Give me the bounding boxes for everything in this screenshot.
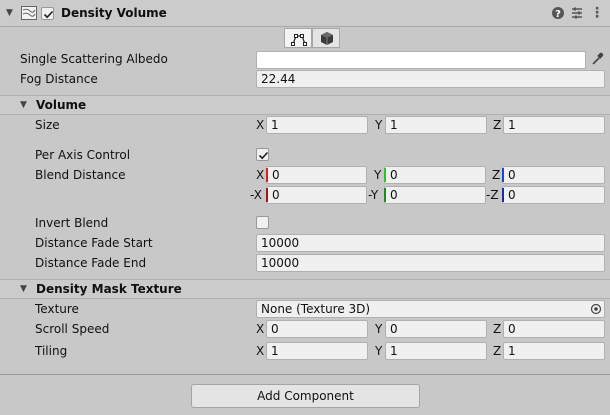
tiling-label: Tiling bbox=[35, 344, 68, 358]
component-enabled-checkbox[interactable] bbox=[41, 7, 54, 20]
size-z-label: Z bbox=[493, 118, 502, 132]
texture-object-field[interactable]: None (Texture 3D) bbox=[256, 300, 605, 318]
texture-label: Texture bbox=[35, 302, 79, 316]
size-x-field[interactable]: 1 bbox=[266, 116, 368, 134]
invert-blend-checkbox[interactable] bbox=[256, 216, 269, 229]
shape-edit-button[interactable] bbox=[312, 28, 340, 48]
blend-neg-z-label: -Z bbox=[486, 188, 499, 202]
size-x-label: X bbox=[256, 118, 265, 132]
texture-value: None (Texture 3D) bbox=[261, 302, 371, 316]
component-title: Density Volume bbox=[61, 6, 167, 20]
volume-section-header[interactable] bbox=[0, 95, 610, 115]
volume-section-title: Volume bbox=[36, 98, 87, 112]
distance-fade-start-field[interactable]: 10000 bbox=[256, 234, 605, 252]
tiling-y-label: Y bbox=[375, 344, 383, 358]
fog-distance-label: Fog Distance bbox=[20, 72, 98, 86]
preset-icon[interactable] bbox=[570, 6, 584, 23]
tiling-y-field[interactable]: 1 bbox=[385, 342, 487, 360]
blend-y-label: Y bbox=[374, 168, 382, 182]
fog-distance-field[interactable]: 22.44 bbox=[256, 70, 605, 88]
blend-x-field[interactable]: 0 bbox=[266, 166, 367, 184]
tiling-z-field[interactable]: 1 bbox=[503, 342, 605, 360]
scroll-speed-label: Scroll Speed bbox=[35, 322, 110, 336]
help-icon[interactable]: ? bbox=[551, 6, 565, 23]
axis-z-color-bar bbox=[502, 168, 504, 182]
context-menu-icon[interactable]: ⋮ bbox=[590, 5, 604, 21]
blend-edit-icon bbox=[291, 34, 307, 46]
axis-x-color-bar bbox=[266, 168, 268, 182]
blend-z-label: Z bbox=[492, 168, 501, 182]
blend-neg-x-label: -X bbox=[250, 188, 262, 202]
object-picker-icon[interactable] bbox=[590, 303, 602, 318]
tiling-z-label: Z bbox=[493, 344, 502, 358]
single-scattering-albedo-color-field[interactable] bbox=[256, 51, 586, 69]
axis-neg-z-color-bar bbox=[502, 188, 504, 202]
add-component-button[interactable]: Add Component bbox=[191, 384, 420, 408]
scroll-x-field[interactable]: 0 bbox=[266, 320, 368, 338]
axis-neg-y-color-bar bbox=[384, 188, 386, 202]
size-label: Size bbox=[35, 118, 60, 132]
scroll-y-label: Y bbox=[375, 322, 383, 336]
size-y-label: Y bbox=[375, 118, 383, 132]
blend-distance-label: Blend Distance bbox=[35, 168, 126, 182]
inspector-divider bbox=[0, 374, 610, 375]
blend-neg-x-field[interactable]: 0 bbox=[266, 186, 367, 204]
blend-y-field[interactable]: 0 bbox=[384, 166, 486, 184]
cube-icon bbox=[321, 32, 333, 45]
scroll-z-label: Z bbox=[493, 322, 502, 336]
per-axis-control-checkbox[interactable] bbox=[256, 148, 269, 161]
volume-foldout-icon[interactable]: ▼ bbox=[20, 100, 27, 110]
size-z-field[interactable]: 1 bbox=[503, 116, 605, 134]
single-scattering-albedo-label: Single Scattering Albedo bbox=[20, 52, 168, 66]
blend-neg-z-field[interactable]: 0 bbox=[502, 186, 605, 204]
blend-neg-y-label: -Y bbox=[368, 188, 379, 202]
axis-neg-x-color-bar bbox=[266, 188, 268, 202]
tiling-x-field[interactable]: 1 bbox=[266, 342, 368, 360]
eyedropper-icon[interactable] bbox=[591, 52, 604, 69]
blend-z-field[interactable]: 0 bbox=[502, 166, 605, 184]
invert-blend-label: Invert Blend bbox=[35, 216, 109, 230]
tiling-x-label: X bbox=[256, 344, 265, 358]
blend-neg-y-field[interactable]: 0 bbox=[384, 186, 486, 204]
scroll-x-label: X bbox=[256, 322, 265, 336]
mask-section-title: Density Mask Texture bbox=[36, 282, 182, 296]
svg-text:?: ? bbox=[555, 9, 561, 20]
per-axis-control-label: Per Axis Control bbox=[35, 148, 131, 162]
size-y-field[interactable]: 1 bbox=[385, 116, 487, 134]
axis-y-color-bar bbox=[384, 168, 386, 182]
scroll-y-field[interactable]: 0 bbox=[385, 320, 487, 338]
blend-edit-button[interactable] bbox=[284, 28, 312, 48]
component-foldout-icon[interactable]: ▼ bbox=[6, 8, 13, 18]
distance-fade-start-label: Distance Fade Start bbox=[35, 236, 153, 250]
distance-fade-end-label: Distance Fade End bbox=[35, 256, 147, 270]
mask-foldout-icon[interactable]: ▼ bbox=[20, 284, 27, 294]
density-volume-component-icon bbox=[21, 6, 37, 23]
scroll-z-field[interactable]: 0 bbox=[503, 320, 605, 338]
distance-fade-end-field[interactable]: 10000 bbox=[256, 254, 605, 272]
blend-x-label: X bbox=[256, 168, 265, 182]
